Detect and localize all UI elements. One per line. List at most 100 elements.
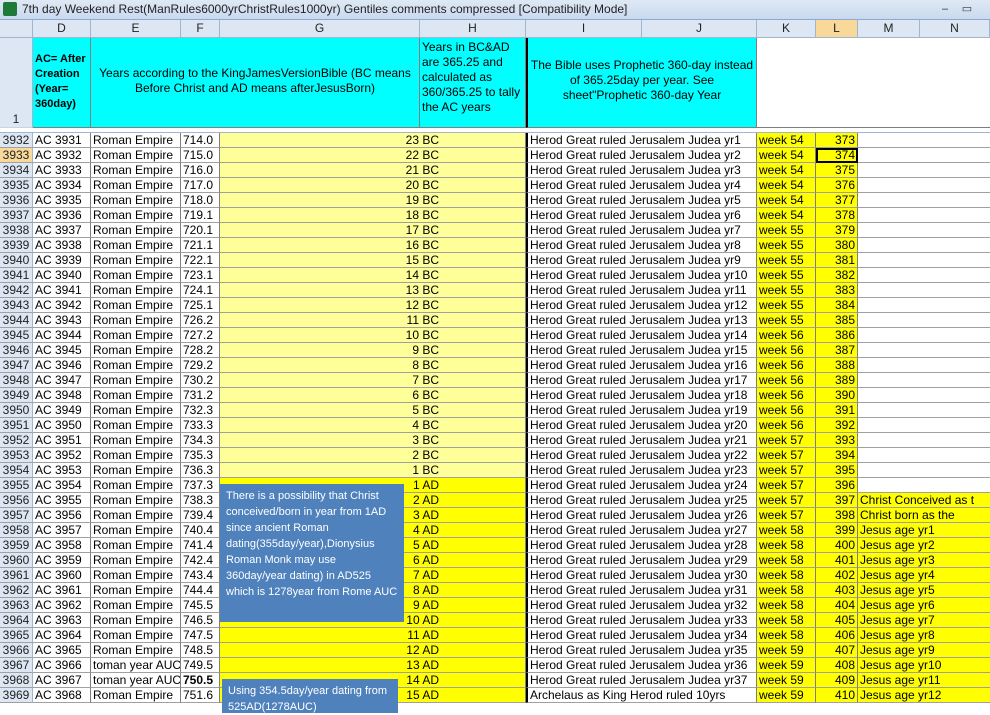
cell-i[interactable]: Herod Great ruled Jerusalem Judea yr25 — [526, 493, 757, 508]
comment-note-christ-conceived[interactable]: There is a possibility that Christ conce… — [220, 484, 404, 622]
cell-e[interactable]: Roman Empire — [91, 343, 181, 358]
cell-h[interactable]: 4 BC — [220, 418, 526, 433]
cell-k[interactable]: week 58 — [757, 538, 816, 553]
cell-m[interactable] — [858, 238, 990, 253]
row-number[interactable]: 3940 — [0, 253, 33, 268]
column-header-i[interactable]: I — [526, 20, 642, 37]
row-number[interactable]: 3966 — [0, 643, 33, 658]
cell-i[interactable]: Herod Great ruled Jerusalem Judea yr11 — [526, 283, 757, 298]
column-header-f[interactable]: F — [181, 20, 220, 37]
cell-f[interactable]: 751.6 — [181, 688, 220, 703]
cell-h[interactable]: 12 AD — [220, 643, 526, 658]
cell-e[interactable]: Roman Empire — [91, 448, 181, 463]
comment-note-dating[interactable]: Using 354.5day/year dating from 525AD(12… — [222, 679, 398, 713]
cell-e[interactable]: Roman Empire — [91, 253, 181, 268]
cell-k[interactable]: week 57 — [757, 463, 816, 478]
cell-k[interactable]: week 55 — [757, 313, 816, 328]
cell-h[interactable]: 13 BC — [220, 283, 526, 298]
cell-k[interactable]: week 59 — [757, 673, 816, 688]
cell-l[interactable]: 402 — [816, 568, 858, 583]
cell-i[interactable]: Herod Great ruled Jerusalem Judea yr29 — [526, 553, 757, 568]
cell-l[interactable]: 381 — [816, 253, 858, 268]
cell-d[interactable]: AC 3946 — [33, 358, 91, 373]
cell-d[interactable]: AC 3944 — [33, 328, 91, 343]
cell-e[interactable]: Roman Empire — [91, 403, 181, 418]
row-number[interactable]: 3934 — [0, 163, 33, 178]
cell-k[interactable]: week 58 — [757, 583, 816, 598]
cell-m[interactable] — [858, 253, 990, 268]
cell-l[interactable]: 391 — [816, 403, 858, 418]
cell-e[interactable]: Roman Empire — [91, 223, 181, 238]
cell-i[interactable]: Herod Great ruled Jerusalem Judea yr14 — [526, 328, 757, 343]
row-number[interactable]: 3937 — [0, 208, 33, 223]
column-header-k[interactable]: K — [757, 20, 816, 37]
cell-k[interactable]: week 58 — [757, 598, 816, 613]
cell-f[interactable]: 732.3 — [181, 403, 220, 418]
cell-f[interactable]: 749.5 — [181, 658, 220, 673]
cell-i[interactable]: Herod Great ruled Jerusalem Judea yr28 — [526, 538, 757, 553]
cell-h[interactable]: 12 BC — [220, 298, 526, 313]
cell-k[interactable]: week 57 — [757, 493, 816, 508]
cell-f[interactable]: 735.3 — [181, 448, 220, 463]
cell-m[interactable]: Jesus age yr2 — [858, 538, 990, 553]
row-number[interactable]: 3943 — [0, 298, 33, 313]
minimize-button[interactable]: – — [936, 1, 954, 17]
cell-h[interactable]: 6 BC — [220, 388, 526, 403]
cell-i[interactable]: Herod Great ruled Jerusalem Judea yr34 — [526, 628, 757, 643]
cell-d[interactable]: AC 3935 — [33, 193, 91, 208]
row-number[interactable]: 3958 — [0, 523, 33, 538]
row-number[interactable]: 3947 — [0, 358, 33, 373]
cell-f[interactable]: 717.0 — [181, 178, 220, 193]
cell-e[interactable]: Roman Empire — [91, 688, 181, 703]
cell-i[interactable]: Herod Great ruled Jerusalem Judea yr4 — [526, 178, 757, 193]
cell-m[interactable]: Jesus age yr1 — [858, 523, 990, 538]
cell-i[interactable]: Herod Great ruled Jerusalem Judea yr22 — [526, 448, 757, 463]
cell-m[interactable] — [858, 463, 990, 478]
cell-i[interactable]: Herod Great ruled Jerusalem Judea yr19 — [526, 403, 757, 418]
row-number[interactable]: 3954 — [0, 463, 33, 478]
column-header-m[interactable]: M — [858, 20, 920, 37]
cell-k[interactable]: week 55 — [757, 223, 816, 238]
cell-l[interactable]: 385 — [816, 313, 858, 328]
cell-f[interactable]: 720.1 — [181, 223, 220, 238]
row-number[interactable]: 3941 — [0, 268, 33, 283]
row-number[interactable]: 3935 — [0, 178, 33, 193]
cell-m[interactable] — [858, 223, 990, 238]
cell-m[interactable] — [858, 178, 990, 193]
cell-f[interactable]: 736.3 — [181, 463, 220, 478]
cell-m[interactable]: Jesus age yr8 — [858, 628, 990, 643]
cell-h[interactable]: 7 BC — [220, 373, 526, 388]
cell-e[interactable]: Roman Empire — [91, 583, 181, 598]
cell-e[interactable]: Roman Empire — [91, 568, 181, 583]
cell-i[interactable]: Herod Great ruled Jerusalem Judea yr17 — [526, 373, 757, 388]
cell-i[interactable]: Herod Great ruled Jerusalem Judea yr13 — [526, 313, 757, 328]
cell-m[interactable] — [858, 298, 990, 313]
cell-d[interactable]: AC 3943 — [33, 313, 91, 328]
cell-d[interactable]: AC 3960 — [33, 568, 91, 583]
cell-m[interactable] — [858, 313, 990, 328]
cell-f[interactable]: 747.5 — [181, 628, 220, 643]
row-number[interactable]: 3951 — [0, 418, 33, 433]
cell-l[interactable]: 395 — [816, 463, 858, 478]
cell-i[interactable]: Archelaus as King Herod ruled 10yrs — [526, 688, 757, 703]
cell-d[interactable]: AC 3953 — [33, 463, 91, 478]
column-header-g[interactable]: G — [220, 20, 420, 37]
cell-d[interactable]: AC 3967 — [33, 673, 91, 688]
cell-k[interactable]: week 54 — [757, 163, 816, 178]
cell-m[interactable]: Christ Conceived as t — [858, 493, 990, 508]
cell-l[interactable]: 401 — [816, 553, 858, 568]
cell-f[interactable]: 746.5 — [181, 613, 220, 628]
cell-f[interactable]: 722.1 — [181, 253, 220, 268]
cell-h[interactable]: 20 BC — [220, 178, 526, 193]
cell-e[interactable]: Roman Empire — [91, 283, 181, 298]
cell-k[interactable]: week 54 — [757, 193, 816, 208]
cell-e[interactable]: Roman Empire — [91, 613, 181, 628]
cell-h[interactable]: 11 AD — [220, 628, 526, 643]
cell-i[interactable]: Herod Great ruled Jerusalem Judea yr8 — [526, 238, 757, 253]
cell-h[interactable]: 8 BC — [220, 358, 526, 373]
cell-d[interactable]: AC 3934 — [33, 178, 91, 193]
cell-l[interactable]: 374 — [816, 148, 858, 163]
cell-m[interactable] — [858, 388, 990, 403]
cell-i[interactable]: Herod Great ruled Jerusalem Judea yr26 — [526, 508, 757, 523]
cell-i[interactable]: Herod Great ruled Jerusalem Judea yr1 — [526, 133, 757, 148]
